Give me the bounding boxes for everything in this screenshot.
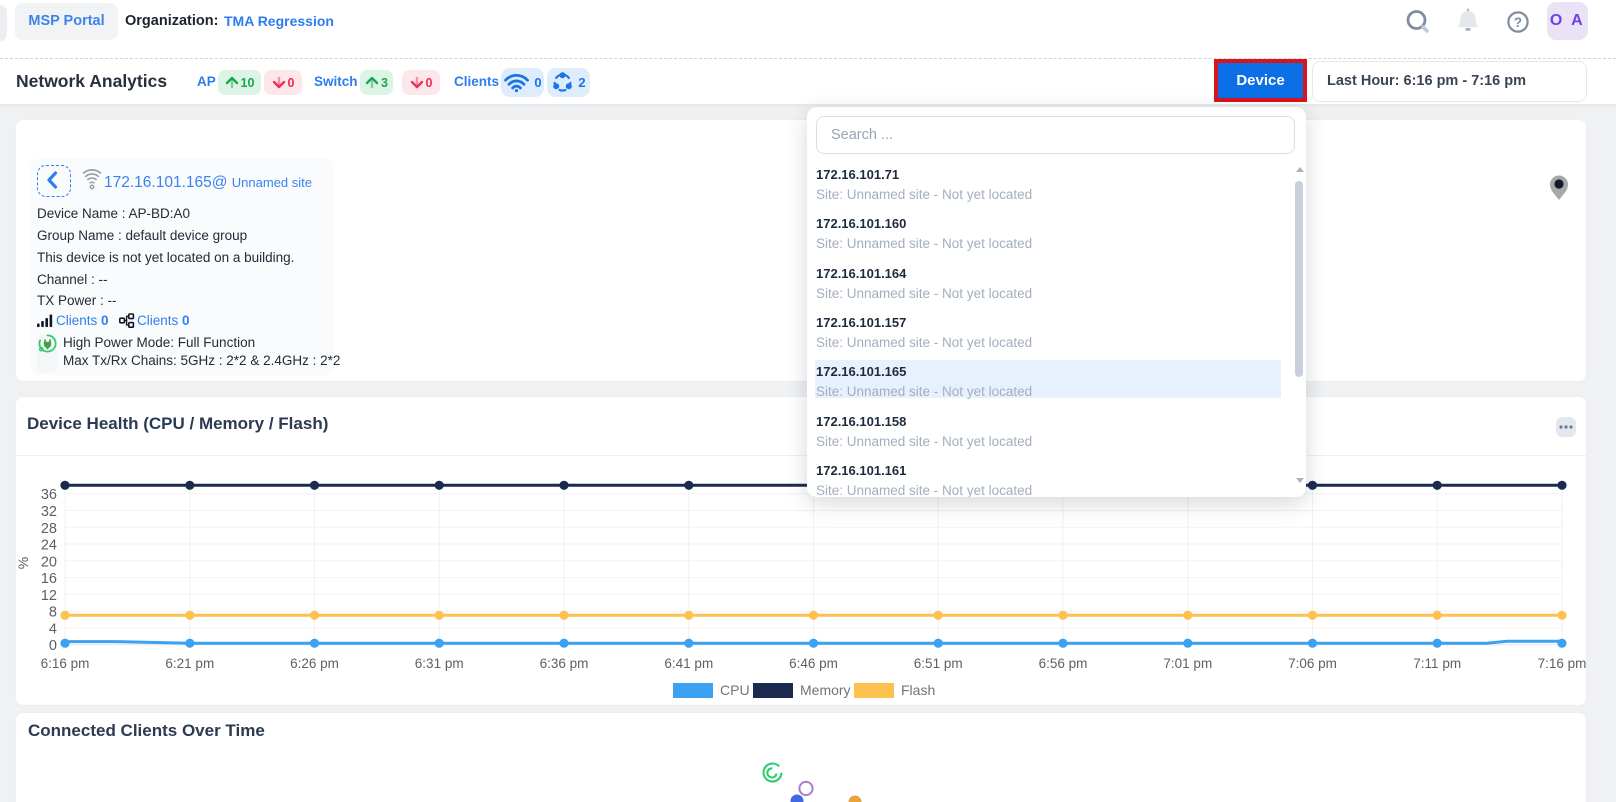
svg-text:36: 36 [41,487,57,503]
svg-text:12: 12 [41,588,57,604]
svg-text:16: 16 [41,571,57,587]
svg-text:6:36 pm: 6:36 pm [540,656,589,671]
svg-text:%: % [16,557,31,569]
svg-text:0: 0 [49,638,57,654]
svg-text:6:31 pm: 6:31 pm [415,656,464,671]
svg-text:4: 4 [49,621,57,637]
svg-text:6:16 pm: 6:16 pm [41,656,90,671]
svg-text:6:46 pm: 6:46 pm [789,656,838,671]
svg-text:8: 8 [49,605,57,621]
svg-text:20: 20 [41,554,57,570]
svg-text:6:21 pm: 6:21 pm [165,656,214,671]
svg-text:28: 28 [41,521,57,537]
svg-text:6:56 pm: 6:56 pm [1039,656,1088,671]
svg-text:24: 24 [41,538,57,554]
svg-text:Memory: Memory [800,682,851,698]
svg-text:6:41 pm: 6:41 pm [664,656,713,671]
svg-text:7:01 pm: 7:01 pm [1163,656,1212,671]
svg-text:6:26 pm: 6:26 pm [290,656,339,671]
svg-text:Flash: Flash [901,682,935,698]
svg-text:7:06 pm: 7:06 pm [1288,656,1337,671]
svg-text:6:51 pm: 6:51 pm [914,656,963,671]
svg-text:32: 32 [41,504,57,520]
svg-text:7:16 pm: 7:16 pm [1538,656,1587,671]
svg-text:7:11 pm: 7:11 pm [1413,656,1461,671]
svg-text:CPU: CPU [720,682,750,698]
svg-text:?: ? [1514,15,1522,30]
